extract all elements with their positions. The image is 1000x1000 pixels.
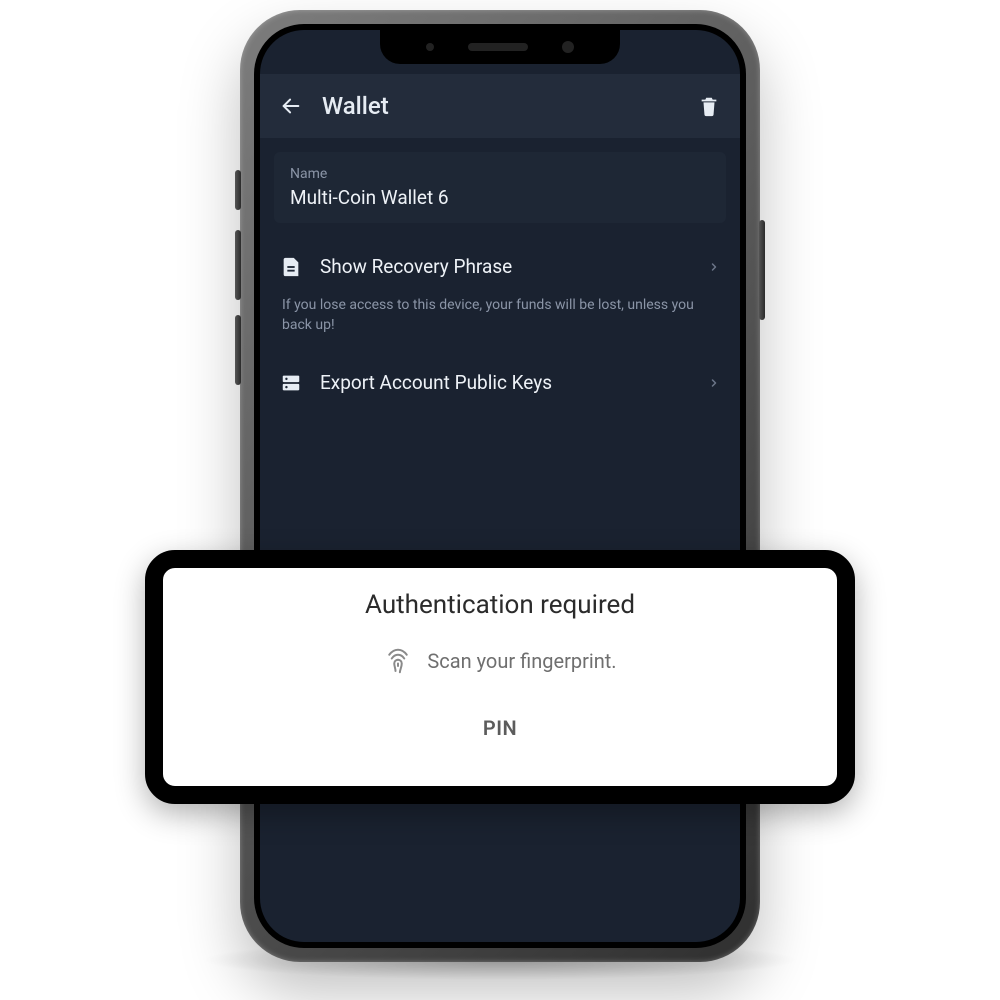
page-title: Wallet (322, 92, 678, 120)
chevron-right-icon (708, 258, 720, 276)
app-screen: Wallet Name Multi-Coin Wallet 6 Show Rec… (260, 30, 740, 942)
phone-frame: Wallet Name Multi-Coin Wallet 6 Show Rec… (240, 10, 760, 962)
trash-icon[interactable] (698, 94, 720, 118)
document-icon (280, 256, 302, 278)
phone-notch (380, 30, 620, 64)
auth-message-text: Scan your fingerprint. (427, 649, 616, 673)
auth-message-row: Scan your fingerprint. (163, 646, 837, 676)
authentication-dialog: Authentication required Scan your finger… (145, 550, 855, 804)
pin-button[interactable]: PIN (163, 716, 837, 740)
server-icon (280, 372, 302, 394)
back-icon[interactable] (280, 95, 302, 117)
export-public-keys-row[interactable]: Export Account Public Keys (274, 353, 726, 412)
row-label: Export Account Public Keys (320, 371, 690, 394)
phone-side-button (235, 170, 241, 210)
fingerprint-icon (383, 646, 413, 676)
field-value: Multi-Coin Wallet 6 (290, 186, 710, 209)
field-label: Name (290, 166, 710, 182)
wallet-name-field[interactable]: Name Multi-Coin Wallet 6 (274, 152, 726, 223)
row-label: Show Recovery Phrase (320, 255, 690, 278)
recovery-hint: If you lose access to this device, your … (274, 296, 726, 353)
app-topbar: Wallet (260, 74, 740, 138)
chevron-right-icon (708, 374, 720, 392)
phone-side-button (235, 230, 241, 300)
phone-side-button (235, 315, 241, 385)
show-recovery-phrase-row[interactable]: Show Recovery Phrase (274, 237, 726, 296)
phone-side-button (759, 220, 765, 320)
auth-title: Authentication required (163, 590, 837, 620)
